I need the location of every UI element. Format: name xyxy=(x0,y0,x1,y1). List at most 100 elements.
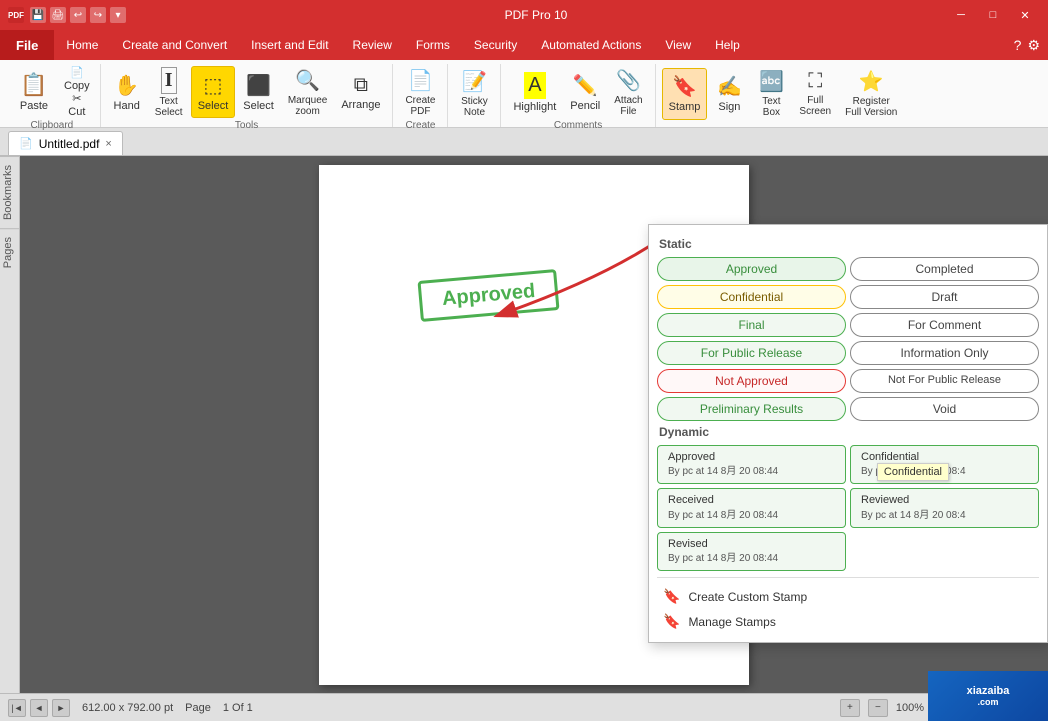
stamp-not-approved[interactable]: Not Approved xyxy=(657,369,846,393)
help-menu[interactable]: Help xyxy=(703,30,752,60)
create-convert-menu[interactable]: Create and Convert xyxy=(110,30,239,60)
dynamic-stamp-reviewed[interactable]: Reviewed By pc at 14 8月 20 08:4 xyxy=(850,488,1039,527)
stamp-group: 🔖 Stamp ✍️ Sign 🔤 TextBox ⛶ FullScreen ⭐… xyxy=(656,64,910,127)
first-page-button[interactable]: |◄ xyxy=(8,699,26,717)
more-icon[interactable]: ▾ xyxy=(110,7,126,23)
select-button[interactable]: ⬚ Select xyxy=(191,66,236,118)
pdf-tab-label: Untitled.pdf xyxy=(39,137,100,151)
cut-button[interactable]: ✂ Cut xyxy=(60,93,94,117)
create-pdf-button[interactable]: 📄 CreatePDF xyxy=(399,66,441,118)
select-icon: ⬚ xyxy=(204,73,223,98)
pencil-button[interactable]: ✏️ Pencil xyxy=(564,66,606,118)
register-label: RegisterFull Version xyxy=(845,96,897,118)
forms-menu[interactable]: Forms xyxy=(404,30,462,60)
dynamic-received-line2: By pc at 14 8月 20 08:44 xyxy=(668,509,835,523)
stamp-void[interactable]: Void xyxy=(850,397,1039,421)
stamp-preliminary-results[interactable]: Preliminary Results xyxy=(657,397,846,421)
paste-label: Paste xyxy=(20,100,48,112)
status-bar: |◄ ◄ ► 612.00 x 792.00 pt Page 1 Of 1 + … xyxy=(0,693,1048,721)
create-custom-stamp-action[interactable]: 🔖 Create Custom Stamp xyxy=(657,584,1039,609)
close-button[interactable]: ✕ xyxy=(1010,5,1040,25)
zoom-in-button[interactable]: + xyxy=(840,699,860,717)
next-page-button[interactable]: ► xyxy=(52,699,70,717)
tab-close-button[interactable]: × xyxy=(105,138,111,150)
zoom-level: 100% xyxy=(896,702,924,714)
arrange-button[interactable]: ⧉ Arrange xyxy=(335,66,386,118)
copy-button[interactable]: 📄 Copy xyxy=(60,67,94,91)
stamp-tooltip: Confidential xyxy=(877,463,949,481)
file-menu[interactable]: File xyxy=(0,30,54,60)
manage-stamps-action[interactable]: 🔖 Manage Stamps xyxy=(657,609,1039,634)
stamp-not-for-public-release[interactable]: Not For Public Release xyxy=(850,369,1039,393)
prev-page-button[interactable]: ◄ xyxy=(30,699,48,717)
sticky-note-icon: 📝 xyxy=(462,69,487,94)
security-menu[interactable]: Security xyxy=(462,30,529,60)
stamp-completed[interactable]: Completed xyxy=(850,257,1039,281)
text-box-button[interactable]: 🔤 TextBox xyxy=(751,68,791,120)
pages-panel-tab[interactable]: Pages xyxy=(0,228,19,276)
redo-icon[interactable]: ↪ xyxy=(90,7,106,23)
maximize-button[interactable]: □ xyxy=(978,5,1008,25)
insert-edit-menu[interactable]: Insert and Edit xyxy=(239,30,340,60)
dynamic-stamp-received[interactable]: Received By pc at 14 8月 20 08:44 xyxy=(657,488,846,527)
full-screen-label: FullScreen xyxy=(799,95,831,117)
minimize-button[interactable]: ─ xyxy=(946,5,976,25)
stamp-for-comment[interactable]: For Comment xyxy=(850,313,1039,337)
sticky-note-button[interactable]: 📝 StickyNote xyxy=(454,68,494,120)
pdf-tab-icon: 📄 xyxy=(19,137,33,150)
dynamic-stamp-approved[interactable]: Approved By pc at 14 8月 20 08:44 xyxy=(657,445,846,484)
tools-group: ✋ Hand I TextSelect ⬚ Select ⬛ Select 🔍 … xyxy=(101,64,394,127)
text-select-label: TextSelect xyxy=(155,96,183,118)
stamp-approved[interactable]: Approved xyxy=(657,257,846,281)
text-select-button[interactable]: I TextSelect xyxy=(149,66,189,118)
view-menu[interactable]: View xyxy=(653,30,703,60)
dynamic-reviewed-line2: By pc at 14 8月 20 08:4 xyxy=(861,509,1028,523)
automated-actions-menu[interactable]: Automated Actions xyxy=(529,30,653,60)
dynamic-revised-line1: Revised xyxy=(668,537,835,552)
dynamic-approved-line1: Approved xyxy=(668,450,835,465)
create-custom-stamp-label: Create Custom Stamp xyxy=(688,590,807,604)
attach-file-button[interactable]: 📎 AttachFile xyxy=(608,66,648,118)
register-icon: ⭐ xyxy=(859,69,884,94)
settings-icon[interactable]: ⚙ xyxy=(1027,37,1040,54)
review-menu[interactable]: Review xyxy=(341,30,404,60)
static-stamps-grid: Approved Completed Confidential Draft Fi… xyxy=(657,257,1039,421)
register-full-version-button[interactable]: ⭐ RegisterFull Version xyxy=(839,68,903,120)
dynamic-approved-line2: By pc at 14 8月 20 08:44 xyxy=(668,465,835,479)
print-icon[interactable]: 🖨 xyxy=(50,7,66,23)
zoom-out-button[interactable]: − xyxy=(868,699,888,717)
home-menu[interactable]: Home xyxy=(54,30,110,60)
help-icon[interactable]: ? xyxy=(1014,37,1022,53)
full-screen-button[interactable]: ⛶ FullScreen xyxy=(793,68,837,120)
stamp-final[interactable]: Final xyxy=(657,313,846,337)
arrange-label: Arrange xyxy=(341,99,380,111)
select2-icon: ⬛ xyxy=(246,73,271,98)
stamp-confidential[interactable]: Confidential xyxy=(657,285,846,309)
undo-icon[interactable]: ↩ xyxy=(70,7,86,23)
manage-stamps-icon: 🔖 xyxy=(663,613,680,630)
sign-label: Sign xyxy=(718,101,740,113)
cut-icon: ✂ xyxy=(72,92,81,105)
stamp-draft[interactable]: Draft xyxy=(850,285,1039,309)
stamp-button[interactable]: 🔖 Stamp xyxy=(662,68,708,120)
save-icon[interactable]: 💾 xyxy=(30,7,46,23)
select2-button[interactable]: ⬛ Select xyxy=(237,66,280,118)
sign-button[interactable]: ✍️ Sign xyxy=(709,68,749,120)
stamp-information-only[interactable]: Information Only xyxy=(850,341,1039,365)
hand-button[interactable]: ✋ Hand xyxy=(107,66,147,118)
main-area: Bookmarks Pages Approved Static Approv xyxy=(0,156,1048,693)
title-bar-left: PDF 💾 🖨 ↩ ↪ ▾ xyxy=(8,7,126,23)
dynamic-stamp-revised[interactable]: Revised By pc at 14 8月 20 08:44 xyxy=(657,532,846,571)
status-right: + − 100% ⊟ ⊠ ≡ ⊞ ⊟ xiazaiba .com xyxy=(840,699,1040,717)
bookmarks-panel-tab[interactable]: Bookmarks xyxy=(0,156,19,228)
page-navigation: |◄ ◄ ► xyxy=(8,699,70,717)
marquee-zoom-button[interactable]: 🔍 Marqueezoom xyxy=(282,66,333,118)
stamp-label: Stamp xyxy=(669,101,701,113)
cut-label: Cut xyxy=(68,106,85,118)
paste-button[interactable]: 📋 Paste xyxy=(10,66,58,118)
stamp-divider xyxy=(657,577,1039,578)
pdf-tab[interactable]: 📄 Untitled.pdf × xyxy=(8,131,123,155)
sticky-note-group: 📝 StickyNote xyxy=(448,64,501,127)
stamp-for-public-release[interactable]: For Public Release xyxy=(657,341,846,365)
highlight-button[interactable]: A Highlight xyxy=(507,66,562,118)
